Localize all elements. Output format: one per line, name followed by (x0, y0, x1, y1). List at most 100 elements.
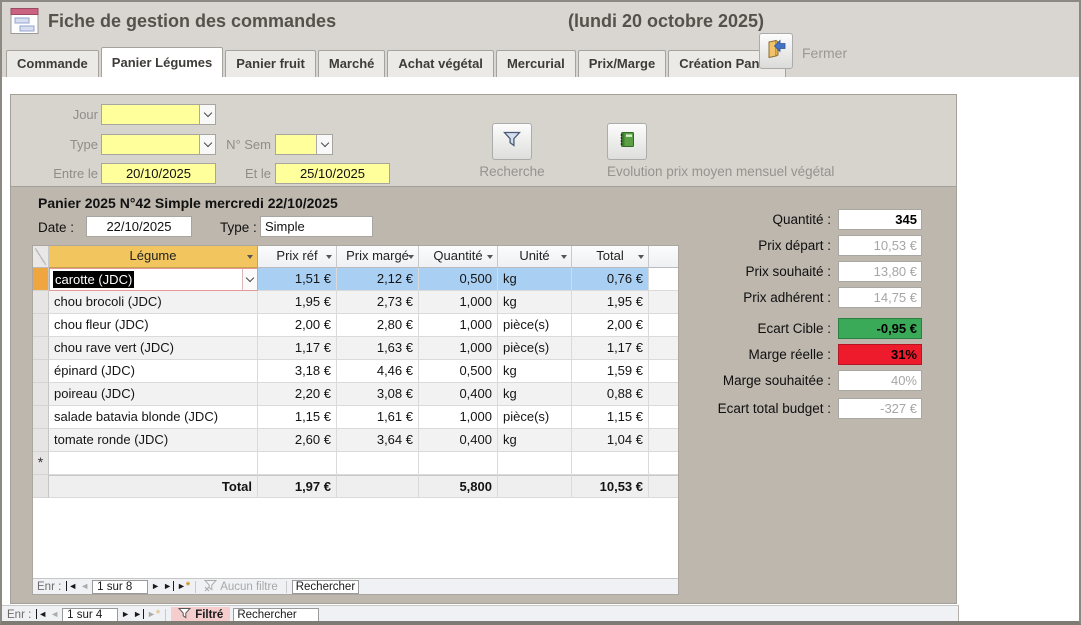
close-form-button[interactable] (759, 33, 793, 69)
row-selector[interactable] (33, 429, 49, 452)
table-cell[interactable]: pièce(s) (498, 406, 572, 429)
table-cell[interactable]: 2,73 € (337, 291, 419, 314)
table-cell[interactable] (498, 452, 572, 475)
table-cell[interactable]: 0,500 (419, 360, 498, 383)
table-row[interactable]: chou brocoli (JDC)1,95 €2,73 €1,000kg1,9… (33, 291, 678, 314)
date-input[interactable]: 22/10/2025 (86, 216, 192, 237)
record-position-box[interactable]: 1 sur 4 (62, 608, 118, 622)
summary-value-quantite[interactable]: 345 (838, 209, 922, 230)
first-record-button[interactable]: ◄ (36, 610, 47, 619)
new-record-selector[interactable]: * (33, 452, 49, 475)
tab-commande[interactable]: Commande (6, 50, 99, 77)
last-record-button[interactable]: ► (133, 610, 144, 619)
tab-marche[interactable]: Marché (318, 50, 386, 77)
tab-achat-vegetal[interactable]: Achat végétal (387, 50, 494, 77)
search-records-box[interactable]: Rechercher (233, 608, 319, 622)
table-cell[interactable]: tomate ronde (JDC) (49, 429, 258, 452)
tab-panier-fruit[interactable]: Panier fruit (225, 50, 316, 77)
table-cell[interactable]: 0,400 (419, 429, 498, 452)
table-cell[interactable]: kg (498, 429, 572, 452)
tab-prix-marge[interactable]: Prix/Marge (578, 50, 666, 77)
row-selector[interactable] (33, 383, 49, 406)
table-row[interactable]: chou rave vert (JDC)1,17 €1,63 €1,000piè… (33, 337, 678, 360)
table-cell[interactable]: 3,18 € (258, 360, 337, 383)
num-sem-combobox[interactable] (275, 134, 333, 155)
first-record-button[interactable]: ◄ (66, 582, 77, 591)
table-cell[interactable]: 1,17 € (258, 337, 337, 360)
column-header-legume[interactable]: Légume (49, 246, 258, 268)
table-cell[interactable]: 0,400 (419, 383, 498, 406)
table-row[interactable]: salade batavia blonde (JDC)1,15 €1,61 €1… (33, 406, 678, 429)
table-row[interactable]: poireau (JDC)2,20 €3,08 €0,400kg0,88 € (33, 383, 678, 406)
last-record-button[interactable]: ► (163, 582, 174, 591)
table-cell[interactable]: 1,000 (419, 291, 498, 314)
datasheet-select-all-corner[interactable] (33, 246, 49, 268)
row-selector[interactable] (33, 268, 49, 291)
record-position-box[interactable]: 1 sur 8 (92, 580, 148, 594)
type-combobox[interactable] (101, 134, 216, 155)
tab-panier-legumes[interactable]: Panier Légumes (101, 47, 223, 77)
table-cell[interactable]: épinard (JDC) (49, 360, 258, 383)
table-cell[interactable]: 1,63 € (337, 337, 419, 360)
table-cell[interactable]: pièce(s) (498, 314, 572, 337)
table-cell[interactable] (49, 452, 258, 475)
search-records-box[interactable]: Rechercher (292, 580, 359, 594)
jour-combobox[interactable] (101, 104, 216, 125)
table-cell[interactable]: 1,51 € (258, 268, 337, 291)
table-cell[interactable]: pièce(s) (498, 337, 572, 360)
table-cell[interactable]: 2,60 € (258, 429, 337, 452)
new-record-button[interactable]: ►* (177, 582, 190, 591)
et-le-input[interactable]: 25/10/2025 (275, 163, 390, 184)
table-row[interactable]: tomate ronde (JDC)2,60 €3,64 €0,400kg1,0… (33, 429, 678, 452)
table-cell[interactable]: 1,000 (419, 406, 498, 429)
table-cell[interactable]: salade batavia blonde (JDC) (49, 406, 258, 429)
table-cell[interactable]: kg (498, 360, 572, 383)
table-cell[interactable]: poireau (JDC) (49, 383, 258, 406)
new-record-button[interactable]: ►* (147, 610, 160, 619)
table-cell[interactable]: 2,00 € (258, 314, 337, 337)
chevron-down-icon[interactable] (199, 105, 215, 124)
table-cell[interactable]: kg (498, 383, 572, 406)
column-header-unite[interactable]: Unité (498, 246, 572, 268)
previous-record-button[interactable]: ◄ (50, 610, 59, 619)
row-selector[interactable] (33, 314, 49, 337)
table-cell[interactable]: 1,95 € (258, 291, 337, 314)
chevron-down-icon[interactable] (242, 269, 257, 290)
new-record-row[interactable]: * (33, 452, 678, 475)
table-cell[interactable]: 1,61 € (337, 406, 419, 429)
table-cell[interactable]: 3,08 € (337, 383, 419, 406)
row-selector[interactable] (33, 360, 49, 383)
filter-status-button[interactable]: Aucun filtre (201, 579, 281, 595)
table-row[interactable]: chou fleur (JDC)2,00 €2,80 €1,000pièce(s… (33, 314, 678, 337)
entre-le-input[interactable]: 20/10/2025 (101, 163, 216, 184)
row-selector[interactable] (33, 291, 49, 314)
table-cell[interactable]: chou rave vert (JDC) (49, 337, 258, 360)
table-cell[interactable]: 2,80 € (337, 314, 419, 337)
table-row[interactable]: carotte (JDC)1,51 €2,12 €0,500kg0,76 € (33, 268, 678, 291)
table-cell[interactable]: 1,15 € (258, 406, 337, 429)
table-cell[interactable]: 1,000 (419, 337, 498, 360)
type-input[interactable]: Simple (260, 216, 373, 237)
column-header-prix-marge[interactable]: Prix margé (337, 246, 419, 268)
table-cell[interactable]: 0,500 (419, 268, 498, 291)
table-cell[interactable]: 2,20 € (258, 383, 337, 406)
table-cell[interactable]: 4,46 € (337, 360, 419, 383)
table-cell[interactable] (419, 452, 498, 475)
table-row[interactable]: épinard (JDC)3,18 €4,46 €0,500kg1,59 € (33, 360, 678, 383)
column-header-prix-ref[interactable]: Prix réf (258, 246, 337, 268)
table-cell[interactable]: chou fleur (JDC) (49, 314, 258, 337)
previous-record-button[interactable]: ◄ (80, 582, 89, 591)
table-cell[interactable] (258, 452, 337, 475)
table-cell[interactable]: kg (498, 268, 572, 291)
table-cell[interactable]: kg (498, 291, 572, 314)
chevron-down-icon[interactable] (316, 135, 332, 154)
table-cell[interactable]: 1,000 (419, 314, 498, 337)
legume-combobox-cell[interactable]: carotte (JDC) (49, 268, 258, 291)
next-record-button[interactable]: ► (151, 582, 160, 591)
evolution-button[interactable] (607, 123, 647, 160)
filter-status-button[interactable]: Filtré (171, 607, 230, 623)
row-selector[interactable] (33, 337, 49, 360)
row-selector[interactable] (33, 406, 49, 429)
recherche-button[interactable] (492, 123, 532, 160)
table-cell[interactable] (572, 452, 649, 475)
